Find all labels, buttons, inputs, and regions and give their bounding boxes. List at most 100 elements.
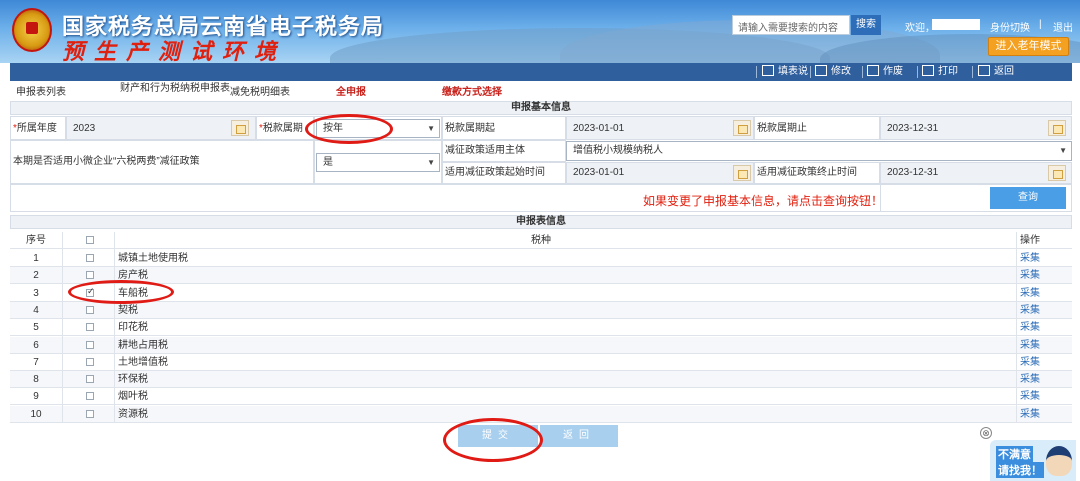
calendar-icon[interactable] (1048, 165, 1066, 181)
collect-link[interactable]: 采集 (1020, 302, 1040, 319)
collect-link[interactable]: 采集 (1020, 267, 1040, 284)
form-icon (762, 65, 774, 76)
calendar-icon[interactable] (231, 120, 249, 136)
row-checkbox[interactable] (86, 271, 94, 280)
subject-label: 减征政策适用主体 (442, 140, 566, 162)
row-checkbox[interactable] (86, 340, 94, 349)
toolbar-divider (756, 66, 757, 78)
welcome-text: 欢迎， (905, 23, 935, 34)
row-checkbox[interactable] (86, 375, 94, 384)
row-number: 8 (33, 374, 39, 386)
tax-type-name: 契税 (118, 304, 138, 316)
toolbar-divider (862, 66, 863, 78)
row-number: 10 (30, 408, 42, 420)
calendar-icon[interactable] (1048, 120, 1066, 136)
calendar-icon[interactable] (733, 120, 751, 136)
back-button[interactable]: 返回 (540, 425, 618, 447)
policy-start-field[interactable]: 2023-01-01 (566, 162, 754, 184)
dropdown-arrow-icon: ▼ (427, 158, 435, 167)
printer-icon (922, 65, 934, 76)
toolbar-divider (810, 66, 811, 78)
toolbar-divider (917, 66, 918, 78)
close-icon[interactable]: ⊗ (980, 427, 992, 439)
policy-label: 本期是否适用小微企业“六税两费”减征政策 (10, 140, 314, 184)
redacted-username (932, 19, 980, 30)
help-text-line2: 请找我！ (996, 462, 1044, 478)
collect-link[interactable]: 采集 (1020, 371, 1040, 388)
change-notice: 如果变更了申报基本信息，请点击查询按钮！ (643, 194, 884, 208)
policy-start-label: 适用减征政策起始时间 (442, 162, 566, 184)
table-row: 4 契税 采集 (10, 301, 1072, 319)
period-start-field[interactable]: 2023-01-01 (566, 116, 754, 140)
column-divider (1016, 232, 1017, 422)
table-row: 5 印花税 采集 (10, 319, 1072, 337)
tax-type-name: 环保税 (118, 374, 148, 386)
row-checkbox[interactable] (86, 409, 94, 418)
policy-select[interactable]: 是 ▼ (316, 153, 440, 172)
row-number: 3 (33, 287, 39, 299)
policy-end-label: 适用减征政策终止时间 (754, 162, 880, 184)
table-header-row: 序号 税种 操作 (10, 232, 1072, 249)
table-row: 2 房产税 采集 (10, 267, 1072, 285)
help-text-line1: 不满意 (996, 446, 1033, 462)
table-row: 8 环保税 采集 (10, 371, 1072, 389)
void-icon (867, 65, 879, 76)
switch-identity-link[interactable]: 身份切换 (990, 19, 1030, 34)
row-checkbox[interactable] (86, 254, 94, 262)
header-separator: | (1039, 19, 1042, 30)
collect-link[interactable]: 采集 (1020, 337, 1040, 354)
row-checkbox[interactable] (86, 392, 94, 401)
row-number: 7 (33, 356, 39, 368)
row-number: 9 (33, 391, 39, 403)
back-arrow-icon (978, 65, 990, 76)
search-button[interactable]: 搜索 (851, 15, 881, 35)
collect-link[interactable]: 采集 (1020, 250, 1040, 267)
column-header-op: 操作 (1020, 235, 1040, 246)
query-button[interactable]: 查询 (990, 187, 1066, 209)
tab-tax-reduction-detail[interactable]: 减免税明细表 (230, 83, 290, 98)
tax-type-name: 资源税 (118, 408, 148, 420)
highlight-ring-period (305, 114, 393, 144)
return-button[interactable]: 返回 (978, 65, 1014, 79)
elder-mode-button[interactable]: 进入老年模式 (988, 37, 1069, 56)
void-button[interactable]: 作废 (867, 65, 903, 79)
site-header: 国家税务总局云南省电子税务局 预生产测试环境 请输入需要搜索的内容 搜索 欢迎，… (0, 0, 1080, 63)
row-number: 5 (33, 322, 39, 334)
table-row: 1 城镇土地使用税 采集 (10, 250, 1072, 267)
tax-emblem-icon (12, 8, 52, 52)
calendar-icon[interactable] (733, 165, 751, 181)
search-input[interactable]: 请输入需要搜索的内容 (732, 15, 850, 35)
tab-declaration-list[interactable]: 申报表列表 (16, 83, 66, 98)
print-button[interactable]: 打印 (922, 65, 958, 79)
row-checkbox[interactable] (86, 305, 94, 314)
tab-full-declaration[interactable]: 全申报 (336, 83, 366, 98)
edit-button[interactable]: 修改 (815, 65, 851, 79)
row-number: 2 (33, 270, 39, 282)
year-label: *所属年度 (10, 116, 66, 140)
collect-link[interactable]: 采集 (1020, 319, 1040, 336)
tab-payment-method[interactable]: 缴款方式选择 (442, 83, 502, 98)
tax-type-name: 烟叶税 (118, 391, 148, 403)
collect-link[interactable]: 采集 (1020, 354, 1040, 371)
highlight-ring-vehicle-tax (68, 280, 174, 304)
row-checkbox[interactable] (86, 357, 94, 366)
year-field[interactable]: 2023 (66, 116, 256, 140)
period-end-field[interactable]: 2023-12-31 (880, 116, 1072, 140)
table-row: 6 耕地占用税 采集 (10, 336, 1072, 354)
highlight-ring-submit (443, 418, 543, 462)
row-checkbox[interactable] (86, 323, 94, 332)
logout-link[interactable]: 退出 (1053, 19, 1073, 34)
instructions-button[interactable]: 填表说 (762, 65, 808, 79)
policy-end-field[interactable]: 2023-12-31 (880, 162, 1072, 184)
tab-property-behavior-tax[interactable]: 财产和行为税纳税申报表 (120, 83, 230, 95)
collect-link[interactable]: 采集 (1020, 388, 1040, 405)
help-widget[interactable]: 不满意 请找我！ (990, 440, 1076, 481)
table-row: 10 资源税 采集 (10, 405, 1072, 423)
subject-select[interactable]: 增值税小规模纳税人 ▼ (566, 141, 1072, 161)
collect-link[interactable]: 采集 (1020, 406, 1040, 423)
period-end-label: 税款属期止 (754, 116, 880, 140)
column-divider (62, 232, 63, 422)
period-start-label: 税款属期起 (442, 116, 566, 140)
collect-link[interactable]: 采集 (1020, 285, 1040, 302)
tax-table-header: 申报表信息 (10, 215, 1072, 229)
